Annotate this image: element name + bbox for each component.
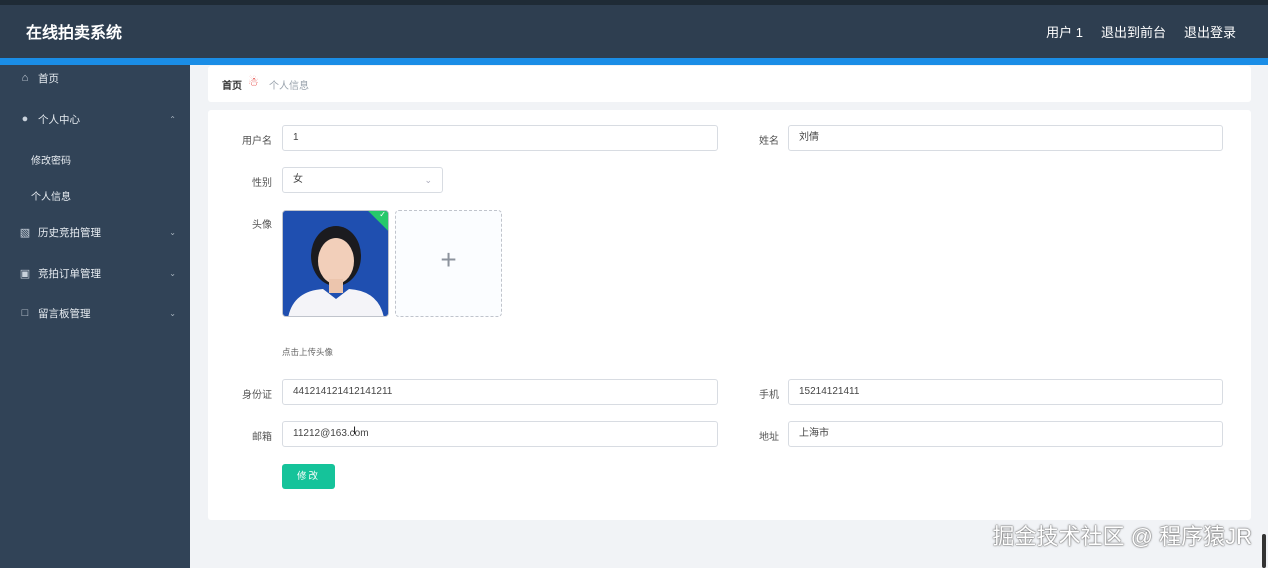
sidebar-item-label: 个人中心 [38,113,80,126]
chevron-down-icon: ⌄ [169,227,176,237]
sidebar-item-label: 历史竞拍管理 [38,226,101,239]
gender-select[interactable]: 女 ⌄ [282,167,443,193]
order-icon: ▣ [19,267,31,280]
home-icon: ⌂ [21,72,29,84]
app-title: 在线拍卖系统 [26,25,123,42]
chevron-down-icon: ⌄ [169,308,176,318]
avatar-photo [283,211,388,316]
address-field[interactable]: 上海市 [788,421,1223,447]
chevron-down-icon: ⌄ [169,268,176,278]
accent-bar [0,58,1268,65]
sidebar-item-history-bids[interactable]: ▧ 历史竞拍管理 ⌄ [0,214,190,250]
phone-field[interactable]: 15214121411 [788,379,1223,405]
profile-form: 用户名 1 姓名 刘倩 性别 女 ⌄ 头像 ✓ + 点击上传头像 身份证 441… [208,110,1251,520]
username-label: 用户名 [242,136,272,147]
chevron-down-icon: ⌄ [424,175,432,185]
user-icon: ● [21,113,29,125]
sidebar-item-change-password[interactable]: 修改密码 [31,152,71,167]
phone-label: 手机 [759,390,779,401]
id-card-field[interactable]: 441214121412141211 [282,379,718,405]
sidebar-item-home[interactable]: ⌂ 首页 [0,60,190,96]
sidebar-item-label: 留言板管理 [38,307,91,320]
check-icon: ✓ [379,210,386,219]
email-label: 邮箱 [252,432,272,443]
avatar-label: 头像 [252,220,272,231]
window-strip [0,0,1268,5]
gender-value: 女 [293,174,303,185]
upload-tip: 点击上传头像 [282,347,334,357]
gender-label: 性别 [252,178,272,189]
watermark: 掘金技术社区 @ 程序猿JR [992,524,1252,549]
name-field[interactable]: 刘倩 [788,125,1223,151]
scrollbar-thumb[interactable] [1262,534,1266,568]
chevron-up-icon: ⌃ [169,114,176,124]
message-icon: □ [21,307,29,319]
sidebar-item-label: 竞拍订单管理 [38,267,101,280]
history-icon: ▧ [19,226,31,239]
breadcrumb-separator-icon: ☃ [248,75,259,89]
top-nav: 用户 1 退出到前台 退出登录 [1046,22,1236,41]
user-link[interactable]: 用户 1 [1046,22,1083,41]
text-cursor-icon: I [353,425,357,437]
sidebar-item-personal-center[interactable]: ● 个人中心 ⌃ [0,101,190,137]
email-field[interactable]: 11212@163.com [282,421,718,447]
breadcrumb: 首页 ☃ 个人信息 [208,66,1251,102]
sidebar: ⌂ 首页 ● 个人中心 ⌃ 修改密码 个人信息 ▧ 历史竞拍管理 ⌄ ▣ 竞拍订… [0,65,190,568]
plus-icon: + [440,244,457,275]
address-label: 地址 [759,432,779,443]
avatar-upload-button[interactable]: + [395,210,502,317]
breadcrumb-home[interactable]: 首页 [222,77,242,92]
name-label: 姓名 [759,136,779,147]
breadcrumb-current: 个人信息 [269,81,309,92]
logout-link[interactable]: 退出登录 [1184,22,1236,41]
top-header: 在线拍卖系统 用户 1 退出到前台 退出登录 [0,0,1268,58]
sidebar-item-message-board[interactable]: □ 留言板管理 ⌄ [0,295,190,331]
exit-to-front-link[interactable]: 退出到前台 [1101,22,1166,41]
username-field[interactable]: 1 [282,125,718,151]
sidebar-item-bid-orders[interactable]: ▣ 竞拍订单管理 ⌄ [0,255,190,291]
submit-button[interactable]: 修改 [282,464,335,489]
id-card-label: 身份证 [242,390,272,401]
sidebar-item-label: 首页 [38,72,59,85]
avatar[interactable]: ✓ [282,210,389,317]
sidebar-item-personal-info[interactable]: 个人信息 [31,188,71,203]
